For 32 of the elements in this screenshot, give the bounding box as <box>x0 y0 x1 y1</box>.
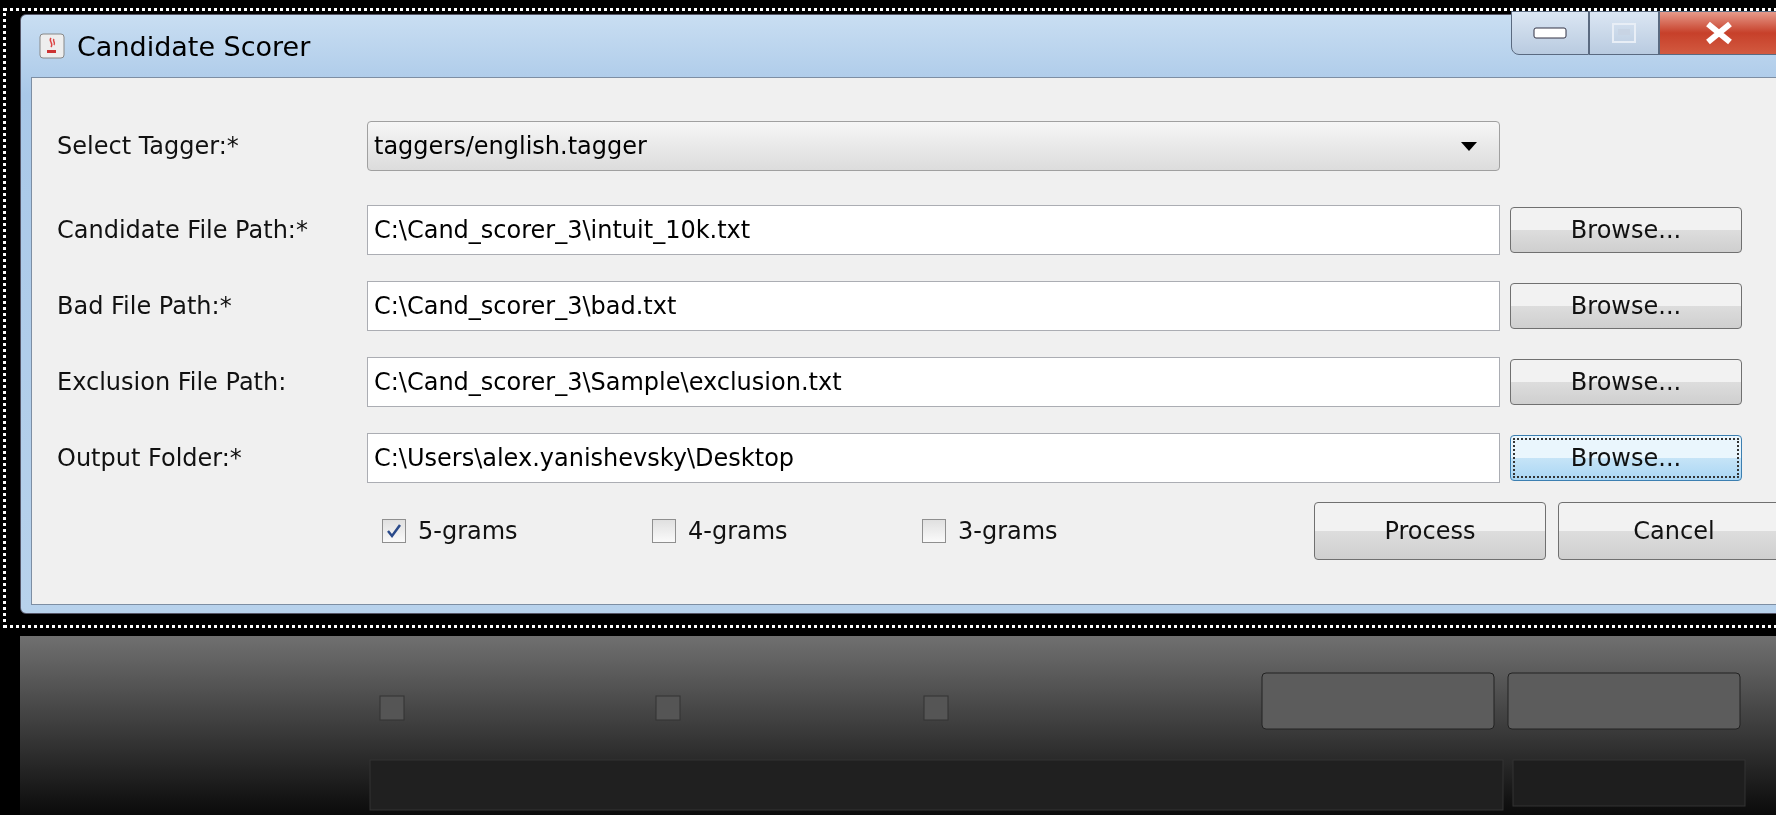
field-label: Output Folder:* <box>57 444 243 472</box>
tagger-dropdown[interactable]: taggers/english.tagger <box>367 121 1500 171</box>
browse-button[interactable]: Browse... <box>1510 435 1742 481</box>
browse-button[interactable]: Browse... <box>1510 207 1742 253</box>
path-field[interactable]: C:\Cand_scorer_3\intuit_10k.txt <box>367 205 1500 255</box>
checkbox-label: 3-grams <box>958 517 1058 545</box>
path-field[interactable]: C:\Cand_scorer_3\bad.txt <box>367 281 1500 331</box>
field-label: Bad File Path:* <box>57 292 233 320</box>
close-button[interactable] <box>1659 11 1776 55</box>
dropdown-arrow-icon <box>1461 141 1477 151</box>
path-field[interactable]: C:\Cand_scorer_3\Sample\exclusion.txt <box>367 357 1500 407</box>
checkbox[interactable] <box>652 519 676 543</box>
checkbox[interactable] <box>382 519 406 543</box>
checkbox-label: 4-grams <box>688 517 788 545</box>
maximize-button[interactable] <box>1589 11 1659 55</box>
minimize-icon <box>1533 27 1567 39</box>
minimize-button[interactable] <box>1511 11 1589 55</box>
browse-button[interactable]: Browse... <box>1510 359 1742 405</box>
field-label: Exclusion File Path: <box>57 368 288 396</box>
maximize-icon <box>1612 23 1636 43</box>
checkbox[interactable] <box>922 519 946 543</box>
window-title: Candidate Scorer <box>77 30 311 62</box>
browse-button[interactable]: Browse... <box>1510 283 1742 329</box>
coffee-cup-icon <box>39 33 65 59</box>
cancel-button[interactable]: Cancel <box>1558 502 1776 560</box>
checkmark-icon <box>386 523 402 539</box>
field-label: Candidate File Path:* <box>57 216 309 244</box>
path-field[interactable]: C:\Users\alex.yanishevsky\Desktop <box>367 433 1500 483</box>
process-button[interactable]: Process <box>1314 502 1546 560</box>
close-icon <box>1704 21 1734 45</box>
field-label: Select Tagger:* <box>57 132 240 160</box>
checkbox-label: 5-grams <box>418 517 518 545</box>
